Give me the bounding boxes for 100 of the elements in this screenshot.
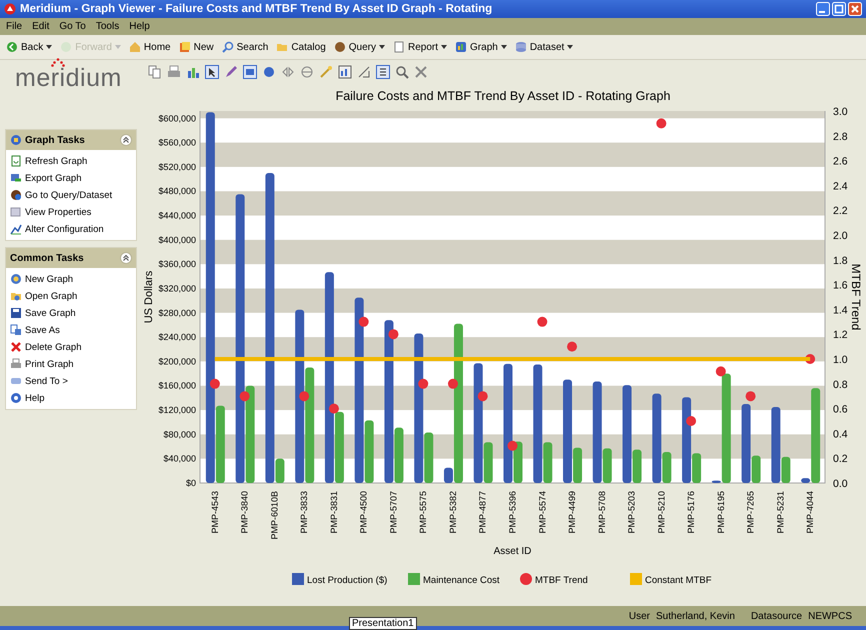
tick-label: $80,000 [163,429,196,440]
sphere-icon[interactable] [262,65,276,79]
category-label: PMP-5203 [626,491,637,534]
arrows-icon[interactable] [281,65,295,79]
chart-export-icon[interactable] [338,65,352,79]
menu-item[interactable]: Go To [59,21,86,32]
legend-swatch [292,573,304,585]
task-link[interactable]: Print Graph [25,358,74,370]
tick-label: 0.0 [833,478,848,490]
task-link[interactable]: Help [25,392,45,404]
status-value: NEWPCS [808,610,852,622]
legend-swatch [408,573,420,585]
axis-title: US Dollars [143,270,155,324]
panel-title: Graph Tasks [25,134,86,146]
category-label: PMP-4044 [805,491,816,534]
maximize-icon[interactable] [832,2,846,16]
menu-item[interactable]: File [6,21,22,32]
category-label: PMP-3833 [299,491,310,534]
toolbar-button[interactable]: Query [334,41,386,53]
tick-label: 3.0 [833,106,848,118]
export-icon [10,172,22,184]
legend-icon[interactable] [376,65,390,79]
panel-title: Common Tasks [10,252,85,264]
legend-label: MTBF Trend [535,575,588,586]
tick-label: 2.2 [833,205,848,218]
legend-label: Maintenance Cost [423,575,500,586]
data-point [240,391,250,402]
new-icon [178,41,191,53]
back-icon [6,41,18,53]
tick-label: $160,000 [158,380,196,391]
menu-item[interactable]: Help [129,21,150,32]
status-label: Datasource [750,610,802,622]
printer-icon [10,358,22,370]
window-title: Meridium - Graph Viewer - Failure Costs and MTBF Trend By Asset ID Graph - Rotating [20,3,494,15]
task-link[interactable]: Send To > [25,376,68,386]
category-label: PMP-4543 [210,491,220,534]
data-point [478,391,488,402]
folder-icon [276,41,288,53]
bar-chart-icon[interactable] [186,65,200,79]
toolbar-button[interactable]: Home [128,41,171,53]
menu-item[interactable]: Edit [32,21,50,32]
category-label: PMP-5176 [686,491,696,534]
toolbar-button[interactable]: Search [222,41,268,53]
task-link[interactable]: Alter Configuration [25,224,104,234]
task-link[interactable]: Go to Query/Dataset [25,190,112,200]
toolbar-button[interactable]: Back [6,41,52,53]
task-link[interactable]: Open Graph [25,290,78,302]
copy-icon[interactable] [148,65,162,79]
toolbar-button[interactable]: Dataset [514,41,574,53]
axis-icon[interactable] [357,65,371,79]
tick-label: $360,000 [158,259,196,270]
collapse-icon[interactable] [120,134,132,146]
caret-icon [114,45,121,49]
printer-icon[interactable] [167,65,181,79]
app-logo-icon [4,3,16,15]
toolbar-button[interactable]: Report [393,41,448,53]
pen-icon[interactable] [224,65,238,79]
axis-title: MTBF Trend [849,264,863,330]
tick-label: $120,000 [158,405,196,416]
tick-label: 0.8 [833,378,848,391]
tick-label: $600,000 [158,113,196,124]
category-label: PMP-7265 [746,491,756,534]
data-point [358,316,369,327]
task-link[interactable]: Save Graph [25,308,76,318]
task-link[interactable]: Save As [25,324,60,336]
task-link[interactable]: View Properties [25,206,92,218]
tick-label: $560,000 [158,138,196,148]
document-icon [393,41,406,53]
toolbar-button[interactable]: New [178,41,214,53]
toolbar-button[interactable]: Catalog [276,41,326,53]
toolbar-button[interactable]: Graph [455,41,507,53]
category-label: PMP-5210 [656,491,666,534]
task-link[interactable]: New Graph [25,274,74,284]
axis-title: Asset ID [494,546,532,557]
caret-icon [379,45,386,49]
task-link[interactable]: Delete Graph [25,342,82,352]
data-point [567,342,578,352]
collapse-icon[interactable] [120,252,132,264]
minimize-icon[interactable] [816,2,830,16]
task-link[interactable]: Refresh Graph [25,156,88,166]
tick-label: $400,000 [158,234,196,245]
tick-label: $480,000 [158,186,196,196]
zoom-icon[interactable] [395,65,409,79]
close-icon[interactable] [848,2,862,16]
tick-label: 0.2 [833,453,848,466]
category-label: PMP-5575 [418,491,428,534]
tick-label: 1.8 [833,254,848,267]
category-label: PMP-5382 [448,491,458,534]
menu-item[interactable]: Tools [96,21,120,32]
legend-swatch [630,573,642,585]
tick-label: 2.0 [833,230,848,242]
refresh-icon [10,155,22,167]
category-label: PMP-4500 [358,491,369,534]
tick-label: 2.4 [833,180,848,192]
tick-label: 1.0 [833,354,848,366]
data-point [508,440,518,451]
legend-label: Constant MTBF [645,575,712,586]
pointer-icon[interactable] [205,65,219,79]
task-link[interactable]: Export Graph [25,172,82,184]
caret-icon [46,45,52,49]
